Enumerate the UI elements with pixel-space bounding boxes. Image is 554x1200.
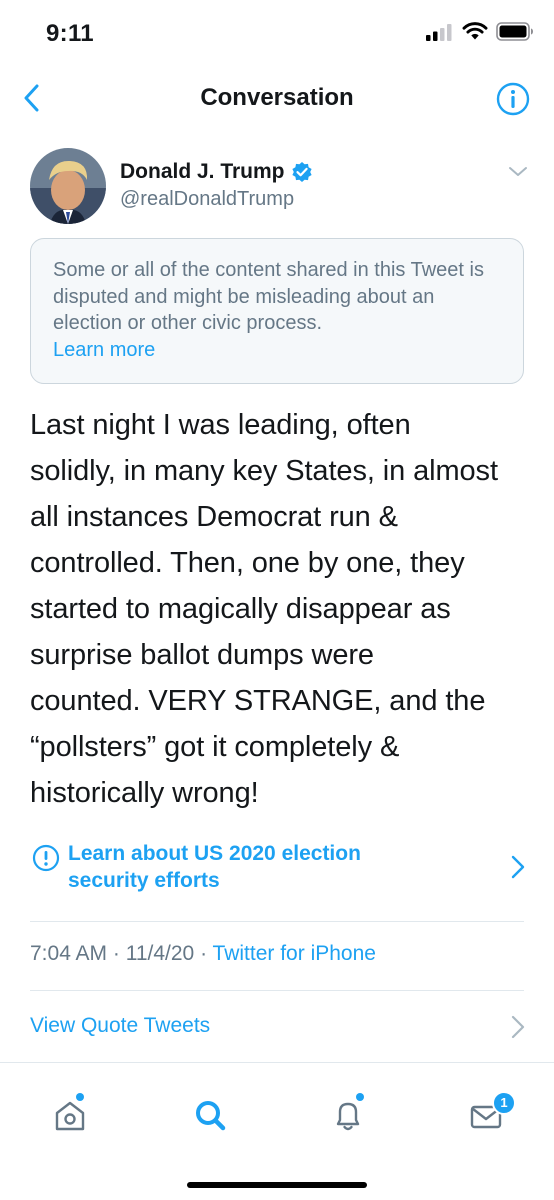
author-handle: @realDonaldTrump xyxy=(120,188,295,210)
tab-messages[interactable]: 1 xyxy=(462,1091,516,1139)
cellular-signal-icon xyxy=(426,23,452,41)
info-button[interactable] xyxy=(496,82,530,116)
page-title: Conversation xyxy=(200,84,354,111)
view-quote-tweets-label: View Quote Tweets xyxy=(30,1014,211,1037)
chevron-right-icon xyxy=(511,1015,525,1039)
tab-bar: 1 xyxy=(0,1062,554,1200)
author-name: Donald J. Trump xyxy=(120,160,285,183)
tab-search[interactable] xyxy=(186,1091,234,1139)
tweet-author: Donald J. Trump @realDonaldTrump xyxy=(30,148,530,226)
verified-badge-icon xyxy=(291,162,312,182)
tweet-line: started to magically disappear as xyxy=(30,593,451,625)
info-icon xyxy=(496,82,530,116)
wifi-icon xyxy=(462,22,488,40)
election-info-text: Learn about US 2020 election security ef… xyxy=(68,840,361,894)
profile-photo xyxy=(30,148,106,224)
chevron-down-icon[interactable] xyxy=(506,162,530,182)
chevron-right-icon xyxy=(511,855,525,879)
status-bar: 9:11 xyxy=(0,0,554,70)
exclamation-circle-icon xyxy=(32,844,60,872)
tweet-line: “pollsters” got it completely & xyxy=(30,731,400,763)
notifications-dot xyxy=(356,1093,364,1101)
election-info-line: Learn about US 2020 election xyxy=(68,842,361,865)
tweet-line: counted. VERY STRANGE, and the xyxy=(30,685,486,717)
nav-bar: Conversation xyxy=(0,70,554,128)
notice-text: Some or all of the content shared in thi… xyxy=(53,259,484,334)
search-icon xyxy=(196,1101,226,1131)
tweet-text: Last night I was leading, often solidly,… xyxy=(30,402,530,816)
home-indicator xyxy=(187,1182,367,1188)
home-icon xyxy=(55,1101,85,1131)
status-time: 9:11 xyxy=(46,20,94,47)
divider xyxy=(30,990,524,991)
author-name-row[interactable]: Donald J. Trump xyxy=(120,160,313,184)
tweet-meta: 7:04 AM · 11/4/20 · Twitter for iPhone xyxy=(30,942,376,966)
election-info-link[interactable]: Learn about US 2020 election security ef… xyxy=(30,840,530,898)
learn-more-link[interactable]: Learn more xyxy=(53,337,155,364)
tab-home[interactable] xyxy=(46,1091,94,1139)
tweet-line: solidly, in many key States, in almost xyxy=(30,455,498,487)
home-notification-dot xyxy=(76,1093,84,1101)
election-info-line: security efforts xyxy=(68,869,220,892)
messages-badge: 1 xyxy=(492,1091,516,1115)
bell-icon xyxy=(336,1102,360,1131)
tweet-source-link[interactable]: Twitter for iPhone xyxy=(213,942,376,965)
meta-separator: · xyxy=(107,942,126,965)
tweet-date: 11/4/20 xyxy=(125,942,195,965)
tab-notifications[interactable] xyxy=(324,1091,372,1139)
battery-icon xyxy=(496,22,533,41)
tweet-line: all instances Democrat run & xyxy=(30,501,398,533)
tweet-line: surprise ballot dumps were xyxy=(30,639,374,671)
tweet-line: Last night I was leading, often xyxy=(30,409,411,441)
status-icons xyxy=(426,22,534,41)
avatar[interactable] xyxy=(30,148,106,224)
disputed-content-notice: Some or all of the content shared in thi… xyxy=(30,238,524,384)
tweet-line: controlled. Then, one by one, they xyxy=(30,547,465,579)
meta-separator: · xyxy=(194,942,213,965)
tweet-line: historically wrong! xyxy=(30,777,259,809)
view-quote-tweets-button[interactable]: View Quote Tweets xyxy=(30,1010,530,1046)
tweet-time: 7:04 AM xyxy=(30,942,108,965)
divider xyxy=(30,921,524,922)
